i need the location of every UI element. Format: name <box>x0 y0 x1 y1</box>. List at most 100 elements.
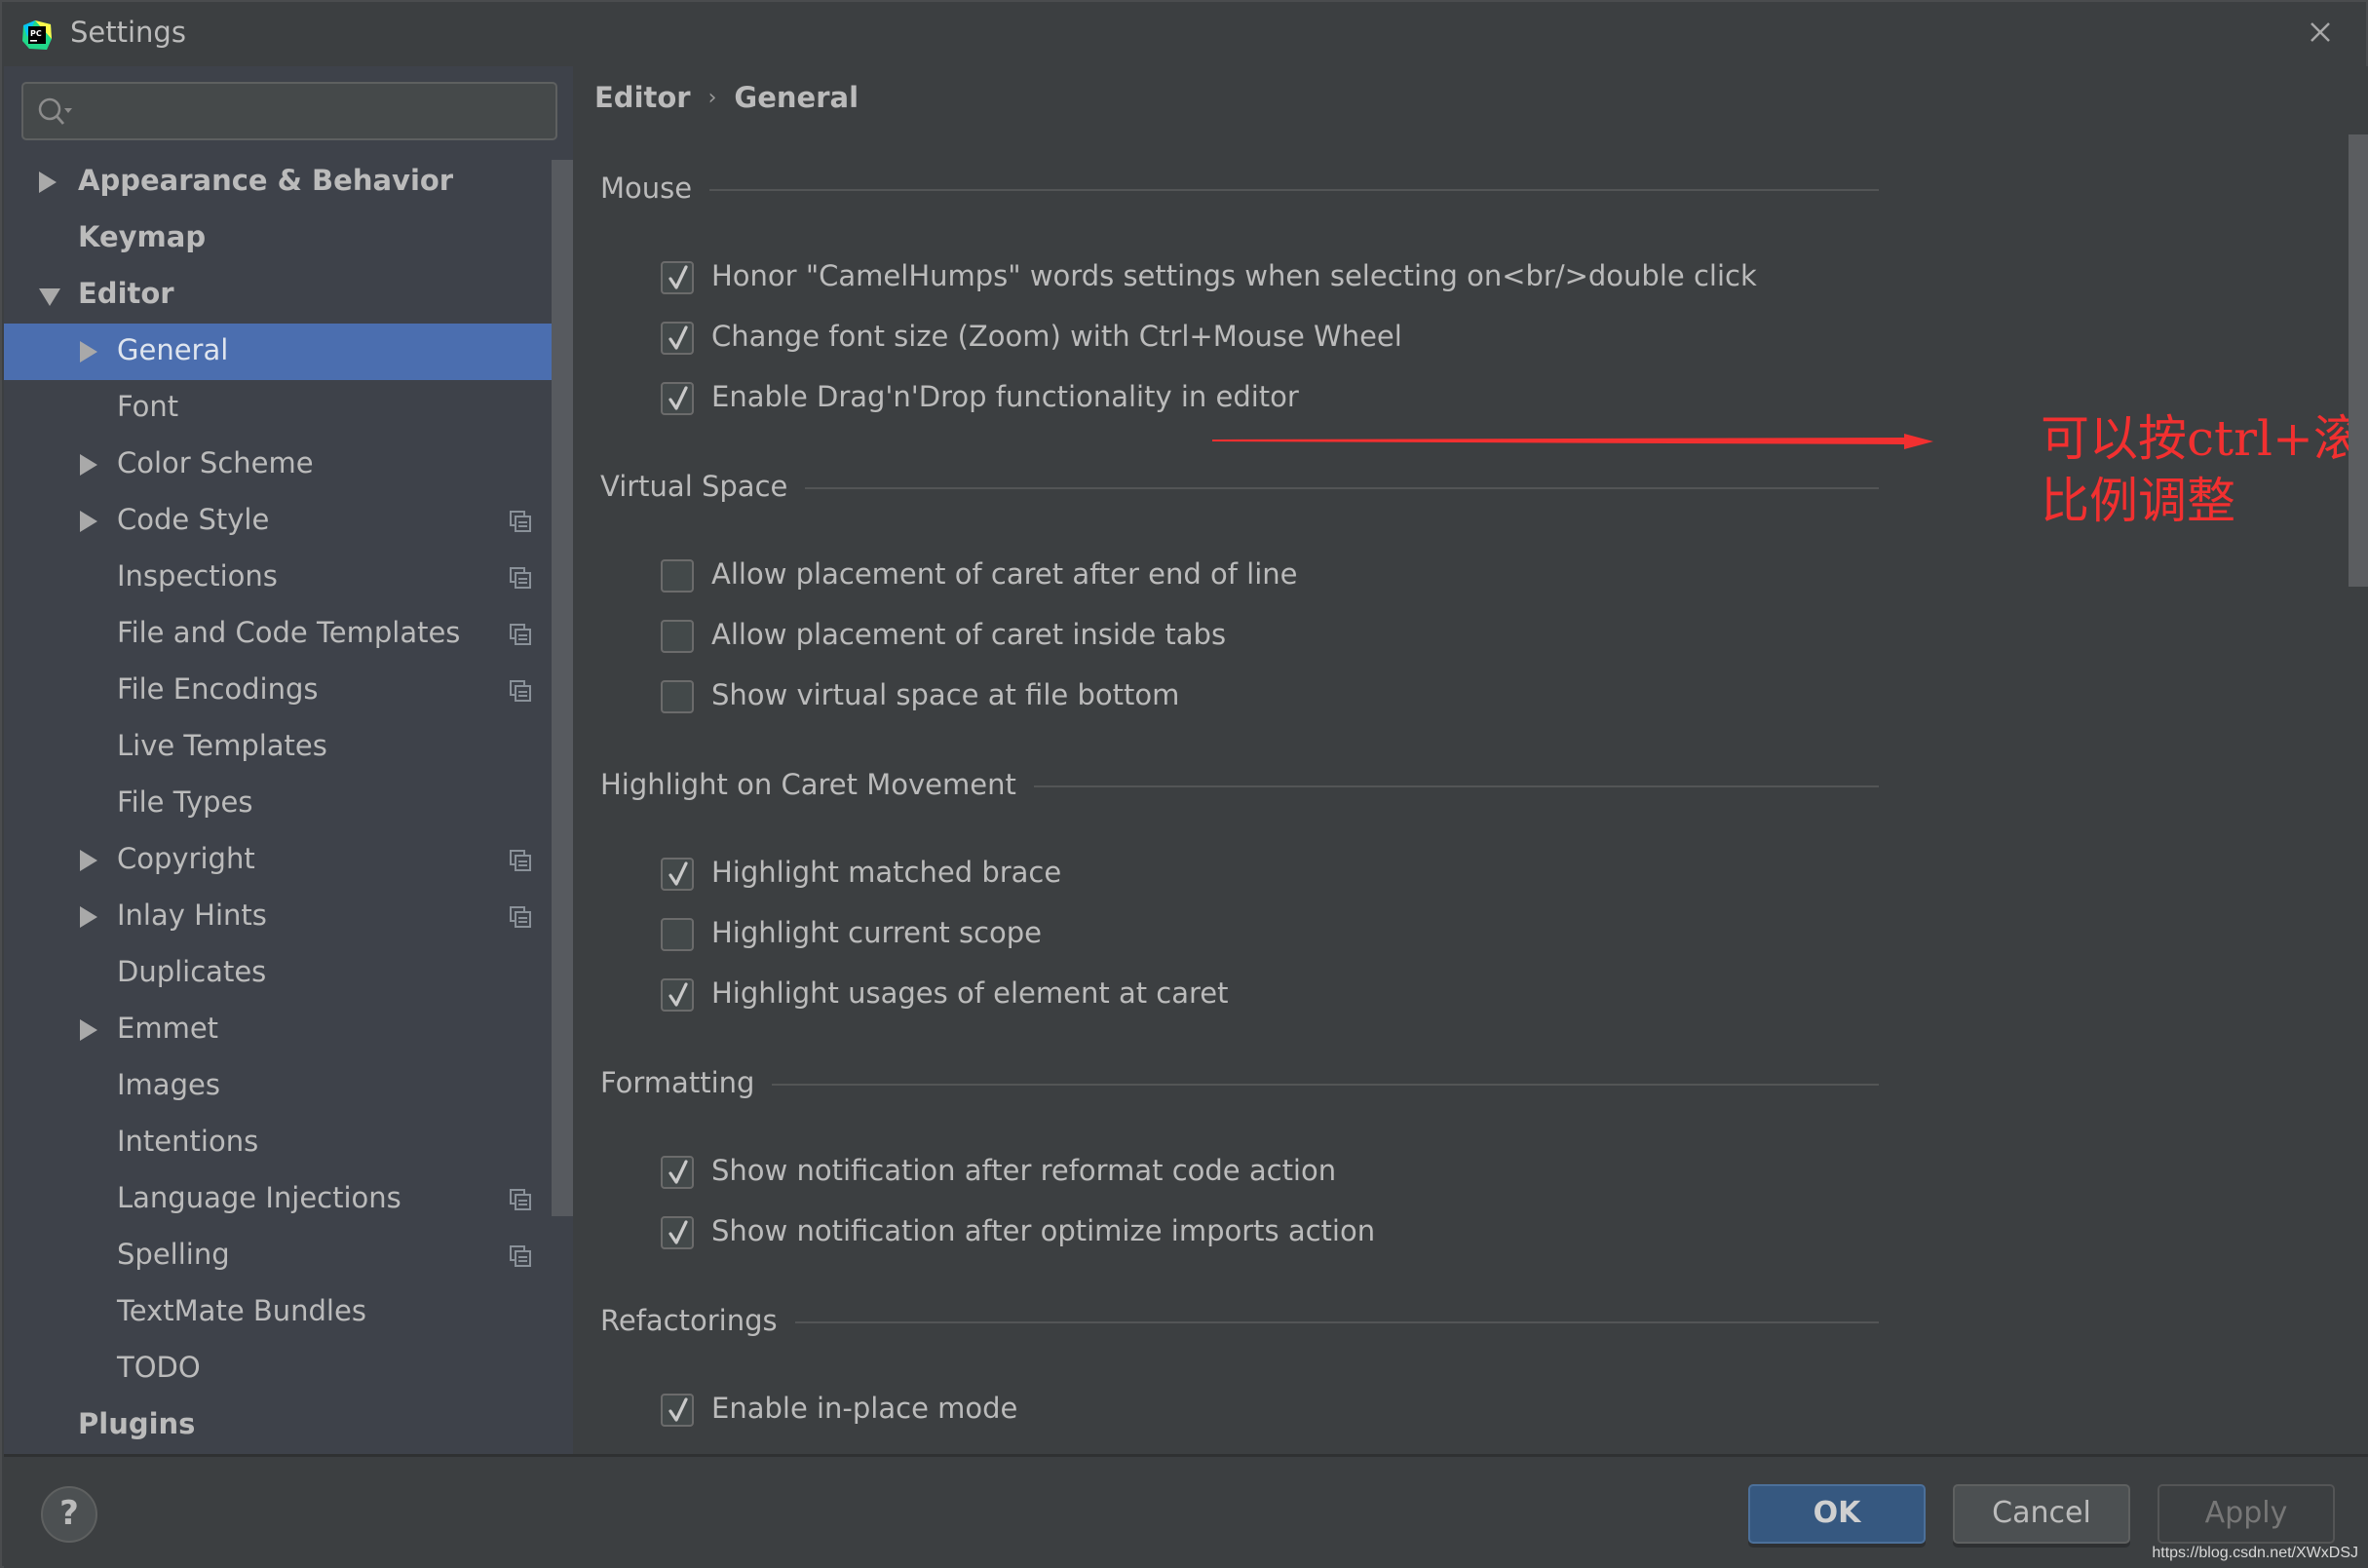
sidebar-item-language-injections[interactable]: Language Injections <box>4 1171 573 1228</box>
section-divider <box>600 189 1879 191</box>
sidebar-item-label: Appearance & Behavior <box>78 164 454 197</box>
checkmark-icon <box>668 265 688 289</box>
project-scope-icon <box>510 567 531 589</box>
option-label: Highlight matched brace <box>711 856 1062 889</box>
sidebar-item-label: Font <box>117 390 179 423</box>
sidebar-item-live-templates[interactable]: Live Templates <box>4 719 573 776</box>
checkmark-icon <box>668 1220 688 1244</box>
section-title: Highlight on Caret Movement <box>600 768 1034 801</box>
sidebar-item-label: Language Injections <box>117 1181 401 1214</box>
help-button[interactable]: ? <box>41 1486 97 1543</box>
breadcrumb-item-editor[interactable]: Editor <box>594 81 691 114</box>
search-input[interactable] <box>82 84 550 138</box>
checkbox-unchecked-icon[interactable] <box>661 620 694 653</box>
checkmark-icon <box>668 982 688 1007</box>
sidebar-item-copyright[interactable]: Copyright <box>4 832 573 889</box>
checkbox-checked-icon[interactable] <box>661 1156 694 1189</box>
sidebar-item-label: Inlay Hints <box>117 899 267 932</box>
sidebar-item-keymap[interactable]: Keymap <box>4 210 573 267</box>
checkmark-icon <box>668 325 688 350</box>
expand-arrow-right-icon[interactable] <box>80 1019 97 1041</box>
pycharm-logo-icon: PC <box>22 20 52 50</box>
project-scope-icon <box>510 850 531 871</box>
section-header-mouse: Mouse <box>600 172 1879 207</box>
sidebar-item-label: File Types <box>117 785 253 819</box>
close-icon[interactable] <box>2306 18 2335 47</box>
sidebar-item-label: Duplicates <box>117 955 267 988</box>
apply-button[interactable]: Apply <box>2158 1484 2335 1544</box>
option-label: Allow placement of caret inside tabs <box>711 618 1227 651</box>
sidebar-item-label: TODO <box>117 1351 201 1384</box>
checkbox-unchecked-icon[interactable] <box>661 559 694 593</box>
sidebar-item-intentions[interactable]: Intentions <box>4 1115 573 1171</box>
expand-arrow-right-icon[interactable] <box>39 172 57 193</box>
checkbox-unchecked-icon[interactable] <box>661 918 694 951</box>
sidebar-item-label: Plugins <box>78 1407 196 1440</box>
sidebar-item-label: Live Templates <box>117 729 327 762</box>
sidebar-item-textmate-bundles[interactable]: TextMate Bundles <box>4 1284 573 1341</box>
title-bar: PC Settings <box>2 2 2366 66</box>
sidebar-item-general[interactable]: General <box>4 324 573 380</box>
expand-arrow-right-icon[interactable] <box>80 511 97 532</box>
checkbox-checked-icon[interactable] <box>661 322 694 355</box>
sidebar-item-font[interactable]: Font <box>4 380 573 437</box>
annotation-text: 可以按ctrl+滚轮来进行编辑页面的显示比例调整 <box>2041 410 2368 529</box>
checkbox-checked-icon[interactable] <box>661 858 694 891</box>
expand-arrow-right-icon[interactable] <box>80 341 97 363</box>
content-scrollbar[interactable] <box>2349 134 2368 587</box>
sidebar-scrollbar[interactable] <box>552 160 573 1216</box>
sidebar-item-label: TextMate Bundles <box>117 1294 366 1327</box>
sidebar-item-todo[interactable]: TODO <box>4 1341 573 1397</box>
expand-arrow-right-icon[interactable] <box>80 850 97 871</box>
sidebar-item-emmet[interactable]: Emmet <box>4 1002 573 1058</box>
sidebar-item-file-encodings[interactable]: File Encodings <box>4 663 573 719</box>
sidebar-item-file-types[interactable]: File Types <box>4 776 573 832</box>
checkbox-checked-icon[interactable] <box>661 978 694 1012</box>
cancel-button[interactable]: Cancel <box>1953 1484 2130 1544</box>
sidebar-item-label: Images <box>117 1068 220 1101</box>
settings-sidebar: Appearance & Behavior Keymap Editor General… <box>4 66 573 1454</box>
checkbox-unchecked-icon[interactable] <box>661 680 694 713</box>
checkbox-checked-icon[interactable] <box>661 1394 694 1427</box>
option-label: Enable in-place mode <box>711 1392 1018 1425</box>
option-label: Enable Drag'n'Drop functionality in edit… <box>711 380 1299 413</box>
sidebar-item-file-and-code-templates[interactable]: File and Code Templates <box>4 606 573 663</box>
checkbox-checked-icon[interactable] <box>661 261 694 294</box>
search-icon[interactable] <box>37 96 76 128</box>
option-label: Show notification after optimize imports… <box>711 1214 1376 1247</box>
watermark: https://blog.csdn.net/XWxDSJ <box>2152 1545 2358 1561</box>
sidebar-item-label: File and Code Templates <box>117 616 461 649</box>
expand-arrow-right-icon[interactable] <box>80 906 97 928</box>
breadcrumb-separator-icon: › <box>707 86 717 110</box>
section-divider <box>600 1084 1879 1086</box>
sidebar-item-images[interactable]: Images <box>4 1058 573 1115</box>
option-label: Highlight usages of element at caret <box>711 976 1229 1010</box>
option-label: Show notification after reformat code ac… <box>711 1154 1337 1187</box>
checkbox-checked-icon[interactable] <box>661 1216 694 1249</box>
expand-arrow-right-icon[interactable] <box>80 454 97 476</box>
sidebar-item-label: Keymap <box>78 220 207 253</box>
checkbox-checked-icon[interactable] <box>661 382 694 415</box>
search-field[interactable] <box>21 82 557 140</box>
sidebar-item-plugins[interactable]: Plugins <box>4 1397 573 1454</box>
settings-content: Editor › General Mouse Honor "CamelHumps" w… <box>573 66 2368 1454</box>
sidebar-item-duplicates[interactable]: Duplicates <box>4 945 573 1002</box>
sidebar-item-appearance-behavior[interactable]: Appearance & Behavior <box>4 154 573 210</box>
ok-button[interactable]: OK <box>1748 1484 1926 1544</box>
sidebar-item-inlay-hints[interactable]: Inlay Hints <box>4 889 573 945</box>
option-label: Highlight current scope <box>711 916 1043 949</box>
dialog-footer: ? OK Cancel Apply https://blog.csdn.net/… <box>4 1454 2368 1568</box>
sidebar-item-editor[interactable]: Editor <box>4 267 573 324</box>
section-title: Mouse <box>600 172 710 205</box>
checkmark-icon <box>668 861 688 886</box>
option-label: Honor "CamelHumps" words settings when s… <box>711 259 1757 292</box>
sidebar-item-inspections[interactable]: Inspections <box>4 550 573 606</box>
sidebar-item-spelling[interactable]: Spelling <box>4 1228 573 1284</box>
section-title: Formatting <box>600 1066 773 1099</box>
sidebar-item-code-style[interactable]: Code Style <box>4 493 573 550</box>
sidebar-item-color-scheme[interactable]: Color Scheme <box>4 437 573 493</box>
project-scope-icon <box>510 1189 531 1210</box>
sidebar-item-label: File Encodings <box>117 672 319 706</box>
sidebar-item-label: Inspections <box>117 559 278 593</box>
expand-arrow-down-icon[interactable] <box>39 288 60 306</box>
